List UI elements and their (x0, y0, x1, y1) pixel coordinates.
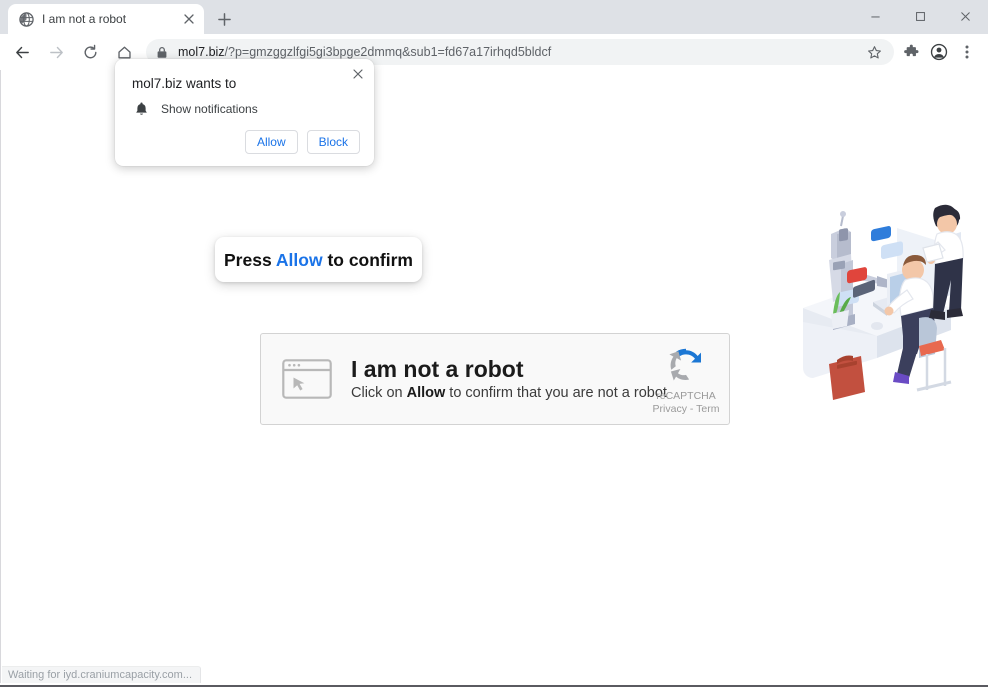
tab-title: I am not a robot (42, 12, 127, 26)
recaptcha-brand-links[interactable]: Privacy - Term (653, 403, 720, 416)
press-allow-tooltip: Press Allow to confirm (215, 237, 422, 282)
press-allow-prefix: Press (224, 249, 276, 270)
window-bottom-edge (0, 683, 988, 687)
globe-icon (18, 11, 34, 27)
puzzle-piece-icon[interactable] (898, 39, 924, 65)
reload-icon[interactable] (76, 38, 104, 66)
browser-window: I am not a robot mol7.biz/?p=gmzggzlfgi5… (0, 0, 988, 687)
allow-button[interactable]: Allow (244, 130, 298, 154)
url-path: /?p=gmzggzlfgi5gi3bpge2dmmq&sub1=fd67a17… (224, 45, 552, 59)
window-controls (853, 0, 988, 32)
status-bar: Waiting for iyd.craniumcapacity.com... (2, 666, 202, 683)
recaptcha-brand-name: reCAPTCHA (656, 389, 716, 402)
press-allow-accent: Allow (275, 249, 323, 270)
browser-tab[interactable]: I am not a robot (8, 4, 204, 34)
permission-row-label: Show notifications (161, 102, 258, 116)
star-icon[interactable] (862, 40, 886, 64)
url-text: mol7.biz/?p=gmzggzlfgi5gi3bpge2dmmq&sub1… (178, 44, 862, 60)
browser-window-cursor-icon (282, 359, 332, 399)
captcha-sub-bold: Allow (406, 385, 446, 401)
permission-actions: Allow Block (244, 130, 360, 154)
bell-icon (132, 100, 150, 118)
permission-row: Show notifications (132, 100, 258, 118)
captcha-text-block: I am not a robot Click on Allow to confi… (351, 355, 667, 403)
captcha-subtext: Click on Allow to confirm that you are n… (351, 384, 667, 403)
captcha-sub-suffix: to confirm that you are not a robot (445, 385, 667, 401)
captcha-sub-prefix: Click on (351, 385, 407, 401)
recaptcha-branding: reCAPTCHA Privacy - Term (643, 343, 729, 416)
captcha-card[interactable]: I am not a robot Click on Allow to confi… (260, 333, 730, 425)
press-allow-text: Press Allow to confirm (224, 249, 413, 271)
tab-strip: I am not a robot (0, 0, 988, 34)
minimize-icon[interactable] (853, 0, 898, 32)
permission-bubble-title: mol7.biz wants to (132, 76, 237, 91)
block-button[interactable]: Block (306, 130, 360, 154)
maximize-icon[interactable] (898, 0, 943, 32)
profile-avatar-icon[interactable] (926, 39, 952, 65)
press-allow-suffix: to confirm (322, 249, 413, 270)
forward-arrow-icon[interactable] (42, 38, 70, 66)
status-bar-text: Waiting for iyd.craniumcapacity.com... (8, 669, 193, 681)
tab-close-icon[interactable] (180, 10, 198, 28)
captcha-heading: I am not a robot (351, 356, 524, 382)
recaptcha-logo-icon (664, 343, 708, 387)
three-dot-menu-icon[interactable] (954, 39, 980, 65)
close-icon[interactable] (943, 0, 988, 32)
close-icon[interactable] (347, 63, 369, 85)
url-host: mol7.biz (178, 45, 225, 59)
back-arrow-icon[interactable] (8, 38, 36, 66)
new-tab-button[interactable] (210, 5, 238, 33)
office-robot-workers-illustration (785, 196, 979, 406)
notification-permission-bubble: mol7.biz wants to Show notifications All… (115, 59, 374, 166)
